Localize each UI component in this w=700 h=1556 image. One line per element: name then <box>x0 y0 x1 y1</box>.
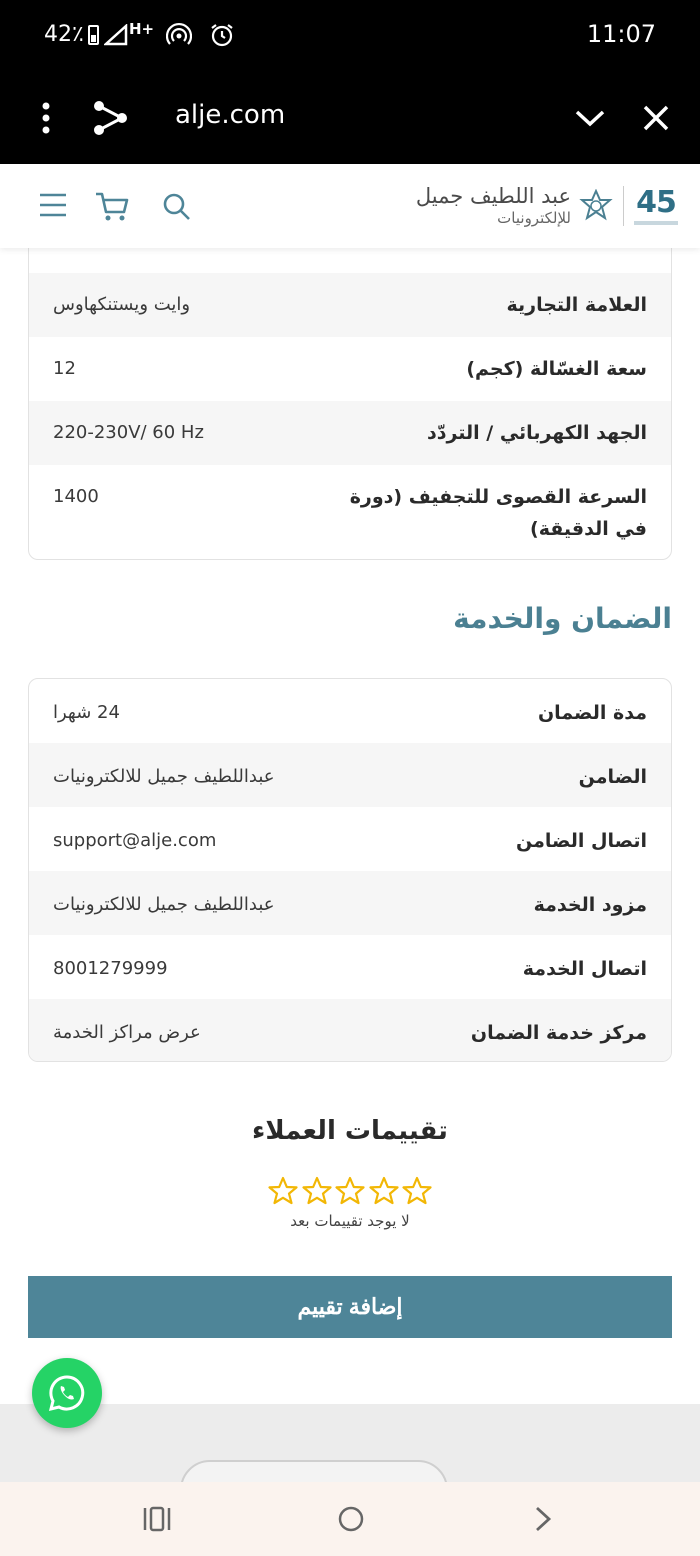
table-row: مدة الضمان 24 شهرا <box>29 679 671 743</box>
home-icon[interactable] <box>336 1504 366 1534</box>
brand-line-1: عبد اللطيف جميل <box>415 184 571 208</box>
star-icon <box>268 1176 298 1205</box>
reviews-title: تقييمات العملاء <box>252 1116 448 1146</box>
system-nav-bar <box>0 1482 700 1556</box>
site-logo[interactable]: عبد اللطيف جميل للإلكترونيات 45 <box>416 178 678 234</box>
warranty-contact-email[interactable]: support@alje.com <box>53 826 216 856</box>
spec-value: 1400 <box>53 486 99 507</box>
close-icon[interactable] <box>638 100 674 136</box>
table-row: السرعة القصوى للتجفيف (دورة في الدقيقة) … <box>29 465 671 559</box>
table-row: العلامة التجارية وايت ويستنكهاوس <box>29 273 671 337</box>
whatsapp-button[interactable] <box>32 1358 102 1428</box>
star-icon <box>335 1176 365 1205</box>
spec-value: 12 <box>53 358 76 379</box>
chevron-down-icon[interactable] <box>572 100 608 136</box>
warranty-label: اتصال الضامن <box>516 830 647 852</box>
warranty-label: مركز خدمة الضمان <box>470 1022 647 1044</box>
anniversary-underline <box>634 220 678 225</box>
table-row: مركز خدمة الضمان عرض مراكز الخدمة <box>29 999 671 1061</box>
menu-dots-icon[interactable] <box>36 100 56 136</box>
spec-value: 220-230V/ 60 Hz <box>53 422 204 443</box>
rating-stars <box>268 1176 432 1208</box>
footer-pill-button[interactable] <box>180 1460 448 1482</box>
brand-star-icon <box>579 189 613 221</box>
star-icon <box>301 1176 332 1205</box>
battery-indicator: 42٪ <box>44 22 99 47</box>
browser-toolbar: alje.com <box>0 72 700 164</box>
star-icon <box>368 1176 399 1205</box>
table-row: سعة الغسّالة (كجم) 12 <box>29 337 671 401</box>
url-text[interactable]: alje.com <box>175 100 285 130</box>
warranty-label: مزود الخدمة <box>533 894 647 916</box>
table-row: اتصال الضامن support@alje.com <box>29 807 671 871</box>
brand-line-2: للإلكترونيات <box>497 209 571 227</box>
spec-label: الجهد الكهربائي / التردّد <box>426 422 647 444</box>
whatsapp-icon <box>48 1375 85 1412</box>
table-row: اتصال الخدمة 8001279999 <box>29 935 671 999</box>
view-service-centers-link[interactable]: عرض مراكز الخدمة <box>53 1018 201 1048</box>
site-header: عبد اللطيف جميل للإلكترونيات 45 <box>0 164 700 248</box>
back-icon[interactable] <box>530 1504 556 1534</box>
warranty-value: عبداللطيف جميل للالكترونيات <box>53 894 275 915</box>
service-phone[interactable]: 8001279999 <box>53 954 168 984</box>
logo-divider <box>623 186 624 226</box>
battery-level: 42٪ <box>44 22 84 47</box>
clock: 11:07 <box>586 20 656 48</box>
specifications-table: العلامة التجارية وايت ويستنكهاوس سعة الغ… <box>28 200 672 560</box>
signal-icon <box>104 24 128 46</box>
table-row: الضامن عبداللطيف جميل للالكترونيات <box>29 743 671 807</box>
warranty-table: مدة الضمان 24 شهرا الضامن عبداللطيف جميل… <box>28 678 672 1062</box>
anniversary-badge: 45 <box>634 184 678 225</box>
network-type: H+ <box>129 20 155 38</box>
warranty-label: مدة الضمان <box>537 702 647 724</box>
status-bar: 42٪ H+ 11:07 <box>0 0 700 72</box>
battery-icon <box>87 24 99 45</box>
spec-label: السرعة القصوى للتجفيف (دورة في الدقيقة) <box>349 486 647 540</box>
warranty-label: الضامن <box>578 766 647 788</box>
add-review-button[interactable]: إضافة تقييم <box>28 1276 672 1338</box>
search-icon[interactable] <box>160 190 192 222</box>
warranty-value: 24 شهرا <box>53 702 120 723</box>
cart-icon[interactable] <box>94 190 130 222</box>
hotspot-icon <box>166 22 192 45</box>
recents-icon[interactable] <box>142 1504 172 1534</box>
hamburger-icon[interactable] <box>38 192 68 218</box>
brand-name: عبد اللطيف جميل للإلكترونيات <box>416 186 571 226</box>
star-icon <box>402 1176 432 1205</box>
warranty-value: عبداللطيف جميل للالكترونيات <box>53 766 275 787</box>
table-row: الجهد الكهربائي / التردّد 220-230V/ 60 H… <box>29 401 671 465</box>
spec-label: سعة الغسّالة (كجم) <box>466 358 647 380</box>
share-icon[interactable] <box>90 98 130 138</box>
alarm-icon <box>211 24 233 47</box>
no-reviews-text: لا يوجد تقييمات بعد <box>290 1212 410 1230</box>
warranty-section-title: الضمان والخدمة <box>453 602 672 635</box>
anniversary-number: 45 <box>636 184 677 220</box>
spec-value: وايت ويستنكهاوس <box>53 294 191 315</box>
table-row: مزود الخدمة عبداللطيف جميل للالكترونيات <box>29 871 671 935</box>
warranty-label: اتصال الخدمة <box>522 958 647 980</box>
spec-label: العلامة التجارية <box>506 294 647 316</box>
footer-area <box>0 1404 700 1482</box>
